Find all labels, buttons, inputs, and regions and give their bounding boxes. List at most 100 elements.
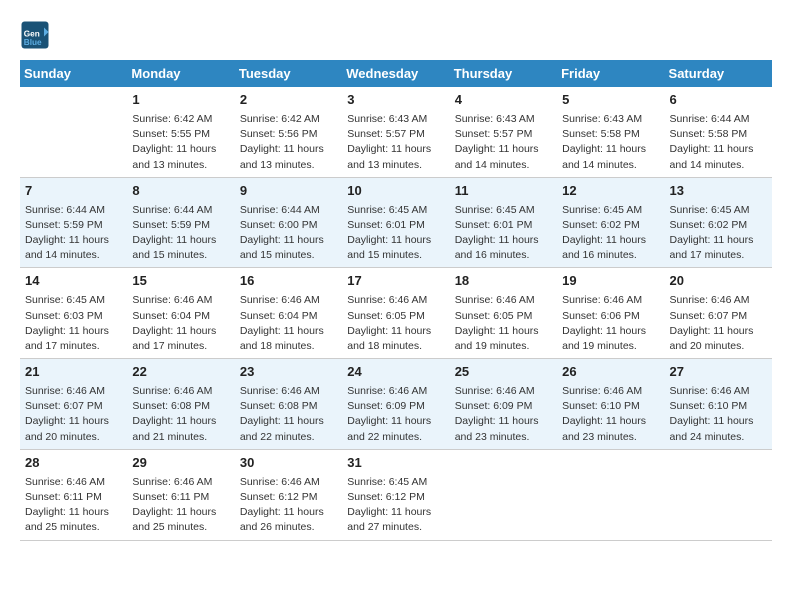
day-number: 22 (132, 363, 229, 382)
day-info: Sunrise: 6:46 AM Sunset: 6:11 PM Dayligh… (25, 475, 122, 536)
day-info: Sunrise: 6:46 AM Sunset: 6:10 PM Dayligh… (670, 384, 767, 445)
page-header: Gen Blue (20, 20, 772, 50)
calendar-cell: 15 Sunrise: 6:46 AM Sunset: 6:04 PM Dayli… (127, 268, 234, 359)
day-info: Sunrise: 6:46 AM Sunset: 6:08 PM Dayligh… (132, 384, 229, 445)
calendar-cell: 18 Sunrise: 6:46 AM Sunset: 6:05 PM Dayli… (450, 268, 557, 359)
day-number: 11 (455, 182, 552, 201)
day-info: Sunrise: 6:46 AM Sunset: 6:05 PM Dayligh… (347, 293, 444, 354)
day-number: 12 (562, 182, 659, 201)
day-number: 14 (25, 272, 122, 291)
day-number: 9 (240, 182, 337, 201)
calendar-cell: 14 Sunrise: 6:45 AM Sunset: 6:03 PM Dayli… (20, 268, 127, 359)
calendar-week-row: 1Sunrise: 6:42 AM Sunset: 5:55 PM Daylig… (20, 87, 772, 177)
day-info: Sunrise: 6:43 AM Sunset: 5:57 PM Dayligh… (347, 112, 444, 173)
day-number: 2 (240, 91, 337, 110)
calendar-cell: 1Sunrise: 6:42 AM Sunset: 5:55 PM Daylig… (127, 87, 234, 177)
calendar-cell: 11 Sunrise: 6:45 AM Sunset: 6:01 PM Dayli… (450, 177, 557, 268)
day-number: 10 (347, 182, 444, 201)
day-number: 31 (347, 454, 444, 473)
calendar-cell: 16 Sunrise: 6:46 AM Sunset: 6:04 PM Dayli… (235, 268, 342, 359)
calendar-cell: 8 Sunrise: 6:44 AM Sunset: 5:59 PM Daylig… (127, 177, 234, 268)
calendar-cell: 4 Sunrise: 6:43 AM Sunset: 5:57 PM Daylig… (450, 87, 557, 177)
day-number: 16 (240, 272, 337, 291)
day-number: 19 (562, 272, 659, 291)
day-info: Sunrise: 6:46 AM Sunset: 6:05 PM Dayligh… (455, 293, 552, 354)
day-info: Sunrise: 6:45 AM Sunset: 6:02 PM Dayligh… (670, 203, 767, 264)
column-header-tuesday: Tuesday (235, 60, 342, 87)
day-number: 27 (670, 363, 767, 382)
calendar-cell: 12Sunrise: 6:45 AM Sunset: 6:02 PM Dayli… (557, 177, 664, 268)
day-info: Sunrise: 6:46 AM Sunset: 6:04 PM Dayligh… (240, 293, 337, 354)
calendar-cell: 26 Sunrise: 6:46 AM Sunset: 6:10 PM Dayli… (557, 359, 664, 450)
day-info: Sunrise: 6:46 AM Sunset: 6:04 PM Dayligh… (132, 293, 229, 354)
day-info: Sunrise: 6:43 AM Sunset: 5:57 PM Dayligh… (455, 112, 552, 173)
day-info: Sunrise: 6:46 AM Sunset: 6:06 PM Dayligh… (562, 293, 659, 354)
column-header-thursday: Thursday (450, 60, 557, 87)
column-header-sunday: Sunday (20, 60, 127, 87)
calendar-cell: 20 Sunrise: 6:46 AM Sunset: 6:07 PM Dayli… (665, 268, 772, 359)
day-number: 1 (132, 91, 229, 110)
day-info: Sunrise: 6:44 AM Sunset: 5:59 PM Dayligh… (132, 203, 229, 264)
column-header-friday: Friday (557, 60, 664, 87)
day-info: Sunrise: 6:42 AM Sunset: 5:56 PM Dayligh… (240, 112, 337, 173)
day-info: Sunrise: 6:46 AM Sunset: 6:11 PM Dayligh… (132, 475, 229, 536)
day-number: 18 (455, 272, 552, 291)
calendar-cell: 25Sunrise: 6:46 AM Sunset: 6:09 PM Dayli… (450, 359, 557, 450)
calendar-cell: 3 Sunrise: 6:43 AM Sunset: 5:57 PM Daylig… (342, 87, 449, 177)
day-info: Sunrise: 6:45 AM Sunset: 6:12 PM Dayligh… (347, 475, 444, 536)
calendar-cell: 23 Sunrise: 6:46 AM Sunset: 6:08 PM Dayli… (235, 359, 342, 450)
day-number: 25 (455, 363, 552, 382)
day-info: Sunrise: 6:43 AM Sunset: 5:58 PM Dayligh… (562, 112, 659, 173)
column-header-wednesday: Wednesday (342, 60, 449, 87)
day-number: 23 (240, 363, 337, 382)
calendar-cell (450, 449, 557, 540)
calendar-cell: 22 Sunrise: 6:46 AM Sunset: 6:08 PM Dayli… (127, 359, 234, 450)
svg-text:Blue: Blue (24, 38, 42, 47)
day-number: 5 (562, 91, 659, 110)
calendar-cell: 7Sunrise: 6:44 AM Sunset: 5:59 PM Daylig… (20, 177, 127, 268)
calendar-cell: 6 Sunrise: 6:44 AM Sunset: 5:58 PM Daylig… (665, 87, 772, 177)
day-info: Sunrise: 6:45 AM Sunset: 6:01 PM Dayligh… (347, 203, 444, 264)
calendar-week-row: 14 Sunrise: 6:45 AM Sunset: 6:03 PM Dayli… (20, 268, 772, 359)
day-info: Sunrise: 6:46 AM Sunset: 6:10 PM Dayligh… (562, 384, 659, 445)
day-info: Sunrise: 6:45 AM Sunset: 6:03 PM Dayligh… (25, 293, 122, 354)
day-number: 17 (347, 272, 444, 291)
day-info: Sunrise: 6:44 AM Sunset: 5:59 PM Dayligh… (25, 203, 122, 264)
calendar-header-row: SundayMondayTuesdayWednesdayThursdayFrid… (20, 60, 772, 87)
calendar-week-row: 21Sunrise: 6:46 AM Sunset: 6:07 PM Dayli… (20, 359, 772, 450)
calendar-cell: 10 Sunrise: 6:45 AM Sunset: 6:01 PM Dayli… (342, 177, 449, 268)
calendar-cell: 30Sunrise: 6:46 AM Sunset: 6:12 PM Dayli… (235, 449, 342, 540)
calendar-cell: 9 Sunrise: 6:44 AM Sunset: 6:00 PM Daylig… (235, 177, 342, 268)
calendar-cell: 2 Sunrise: 6:42 AM Sunset: 5:56 PM Daylig… (235, 87, 342, 177)
day-info: Sunrise: 6:45 AM Sunset: 6:01 PM Dayligh… (455, 203, 552, 264)
calendar-week-row: 28Sunrise: 6:46 AM Sunset: 6:11 PM Dayli… (20, 449, 772, 540)
calendar-week-row: 7Sunrise: 6:44 AM Sunset: 5:59 PM Daylig… (20, 177, 772, 268)
day-number: 6 (670, 91, 767, 110)
day-number: 24 (347, 363, 444, 382)
day-number: 21 (25, 363, 122, 382)
calendar-table: SundayMondayTuesdayWednesdayThursdayFrid… (20, 60, 772, 541)
column-header-monday: Monday (127, 60, 234, 87)
day-info: Sunrise: 6:46 AM Sunset: 6:08 PM Dayligh… (240, 384, 337, 445)
day-info: Sunrise: 6:44 AM Sunset: 6:00 PM Dayligh… (240, 203, 337, 264)
day-info: Sunrise: 6:44 AM Sunset: 5:58 PM Dayligh… (670, 112, 767, 173)
calendar-cell: 5 Sunrise: 6:43 AM Sunset: 5:58 PM Daylig… (557, 87, 664, 177)
calendar-cell: 27 Sunrise: 6:46 AM Sunset: 6:10 PM Dayli… (665, 359, 772, 450)
calendar-cell: 24Sunrise: 6:46 AM Sunset: 6:09 PM Dayli… (342, 359, 449, 450)
day-number: 30 (240, 454, 337, 473)
calendar-cell: 28Sunrise: 6:46 AM Sunset: 6:11 PM Dayli… (20, 449, 127, 540)
day-info: Sunrise: 6:46 AM Sunset: 6:07 PM Dayligh… (670, 293, 767, 354)
day-number: 26 (562, 363, 659, 382)
day-number: 4 (455, 91, 552, 110)
calendar-cell: 17 Sunrise: 6:46 AM Sunset: 6:05 PM Dayli… (342, 268, 449, 359)
calendar-cell (20, 87, 127, 177)
calendar-cell (665, 449, 772, 540)
calendar-cell: 31 Sunrise: 6:45 AM Sunset: 6:12 PM Dayli… (342, 449, 449, 540)
day-number: 3 (347, 91, 444, 110)
calendar-cell: 21Sunrise: 6:46 AM Sunset: 6:07 PM Dayli… (20, 359, 127, 450)
day-number: 13 (670, 182, 767, 201)
calendar-cell (557, 449, 664, 540)
day-number: 8 (132, 182, 229, 201)
day-number: 20 (670, 272, 767, 291)
day-number: 15 (132, 272, 229, 291)
